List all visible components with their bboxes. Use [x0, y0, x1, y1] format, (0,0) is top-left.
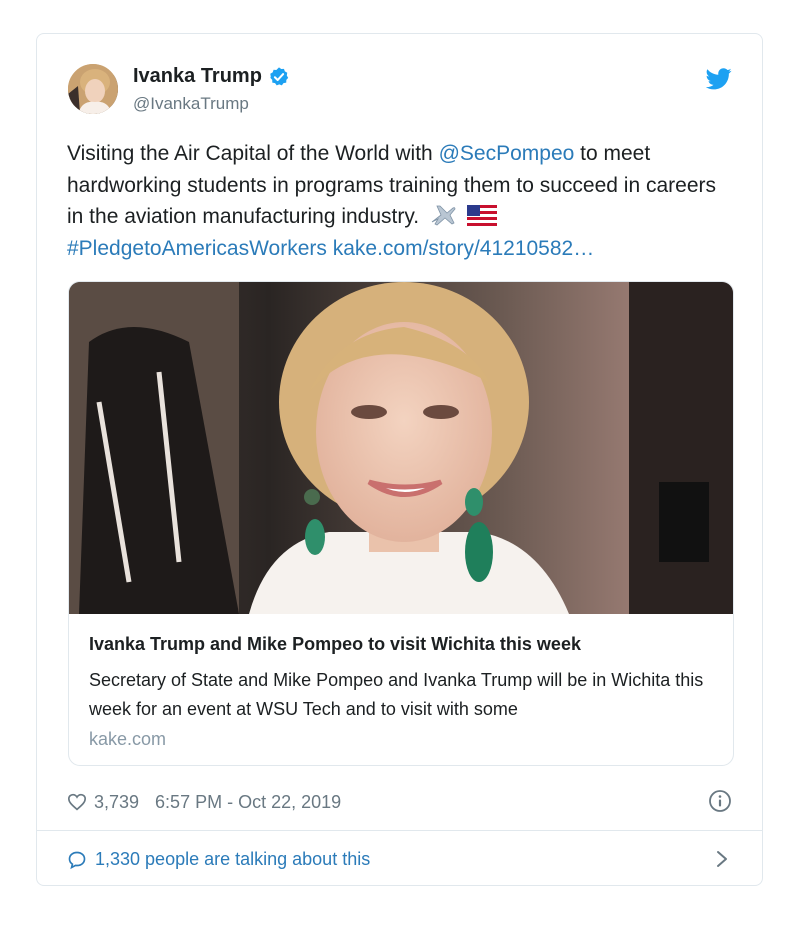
twitter-bird-icon[interactable]	[706, 68, 732, 90]
tweet-text: Visiting the Air Capital of the World wi…	[67, 138, 732, 264]
author-name-text: Ivanka Trump	[133, 65, 262, 87]
embedded-tweet: Ivanka Trump @IvankaTrump Visiting the A…	[36, 33, 763, 886]
card-image[interactable]	[69, 282, 734, 614]
heart-icon[interactable]	[67, 793, 87, 811]
card-domain: kake.com	[89, 729, 167, 749]
avatar[interactable]	[68, 64, 118, 114]
airplane-emoji-icon	[431, 205, 456, 226]
chevron-right-icon[interactable]	[715, 849, 729, 869]
us-flag-emoji-icon	[466, 205, 497, 227]
tweet-text-part1: Visiting the Air Capital of the World wi…	[67, 142, 439, 165]
speech-bubble-icon	[68, 851, 86, 869]
verified-badge-icon	[270, 66, 289, 85]
mention-link[interactable]: @SecPompeo	[439, 142, 575, 165]
author-name[interactable]: Ivanka Trump	[133, 65, 290, 88]
divider	[37, 830, 762, 831]
like-count[interactable]: 3,739	[94, 792, 139, 813]
tweet-meta: 3,739 6:57 PM - Oct 22, 2019	[67, 791, 341, 813]
card-title[interactable]: Ivanka Trump and Mike Pompeo to visit Wi…	[89, 634, 581, 655]
link-card[interactable]: Ivanka Trump and Mike Pompeo to visit Wi…	[68, 281, 734, 766]
tweet-timestamp[interactable]: 6:57 PM - Oct 22, 2019	[155, 792, 341, 813]
story-url-link[interactable]: kake.com/story/41210582…	[333, 237, 594, 260]
conversation-link[interactable]: 1,330 people are talking about this	[67, 849, 370, 870]
card-description: Secretary of State and Mike Pompeo and I…	[89, 670, 704, 719]
hashtag-link[interactable]: #PledgetoAmericasWorkers	[67, 237, 327, 260]
author-handle[interactable]: @IvankaTrump	[133, 94, 249, 114]
info-icon[interactable]	[708, 789, 732, 813]
conversation-text: 1,330 people are talking about this	[95, 849, 371, 869]
